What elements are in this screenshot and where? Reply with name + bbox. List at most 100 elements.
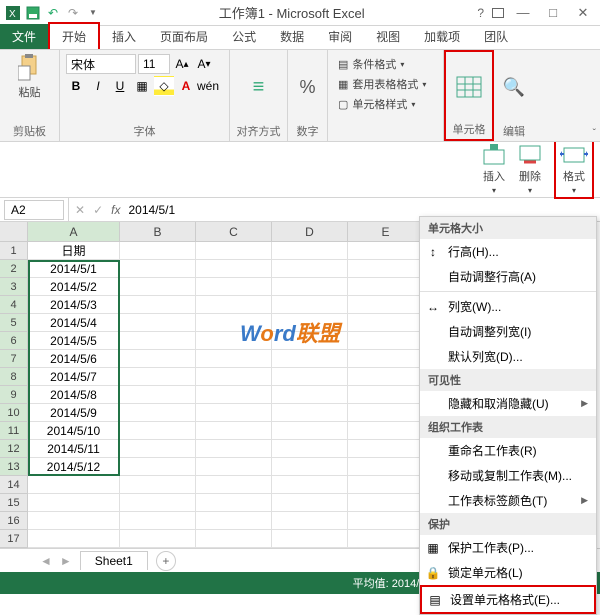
column-header[interactable]: A [28,222,120,242]
cell[interactable] [348,332,424,350]
column-header[interactable]: B [120,222,196,242]
cell[interactable]: 2014/5/11 [28,440,120,458]
menu-auto-col-width[interactable]: 自动调整列宽(I) [420,319,596,344]
cell[interactable] [120,332,196,350]
cell[interactable]: 2014/5/6 [28,350,120,368]
cell[interactable] [196,530,272,548]
next-sheet-icon[interactable]: ► [60,554,72,568]
italic-button[interactable]: I [88,76,108,96]
cell[interactable] [272,530,348,548]
add-sheet-button[interactable]: + [156,551,176,571]
tab-view[interactable]: 视图 [364,24,412,49]
cell[interactable] [28,530,120,548]
cell[interactable] [196,494,272,512]
cell[interactable] [272,242,348,260]
tab-review[interactable]: 审阅 [316,24,364,49]
alignment-icon[interactable]: ≡ [253,76,265,99]
cell[interactable] [120,386,196,404]
insert-cells-button[interactable]: 插入▾ [482,144,506,195]
minimize-icon[interactable]: — [512,4,534,22]
row-header[interactable]: 7 [0,350,28,368]
fill-color-button[interactable]: ◇ [154,76,174,96]
cell[interactable] [348,242,424,260]
cell[interactable] [196,440,272,458]
row-header[interactable]: 16 [0,512,28,530]
column-header[interactable]: D [272,222,348,242]
phonetic-button[interactable]: wén [198,76,218,96]
cell[interactable] [272,458,348,476]
table-format-button[interactable]: ▦套用表格格式▾ [338,76,433,92]
cell[interactable]: 2014/5/12 [28,458,120,476]
redo-icon[interactable]: ↷ [64,4,82,22]
menu-auto-row-height[interactable]: 自动调整行高(A) [420,264,596,289]
cell[interactable] [348,350,424,368]
formula-input[interactable]: 2014/5/1 [128,203,175,217]
cell[interactable] [120,458,196,476]
cell[interactable] [120,422,196,440]
cell[interactable] [272,440,348,458]
paste-button[interactable]: 粘贴 [6,54,53,100]
tab-formulas[interactable]: 公式 [220,24,268,49]
menu-lock-cell[interactable]: 🔒锁定单元格(L) [420,560,596,585]
cell[interactable] [272,278,348,296]
cell[interactable] [196,368,272,386]
cells-icon[interactable] [455,75,483,99]
row-header[interactable]: 4 [0,296,28,314]
menu-format-cells[interactable]: ▤设置单元格格式(E)... [420,585,596,614]
menu-rename-sheet[interactable]: 重命名工作表(R) [420,438,596,463]
cell[interactable]: 2014/5/10 [28,422,120,440]
cell[interactable] [120,494,196,512]
qat-dropdown-icon[interactable]: ▼ [84,4,102,22]
cell[interactable] [120,296,196,314]
tab-insert[interactable]: 插入 [100,24,148,49]
cell[interactable] [348,404,424,422]
cell[interactable] [120,368,196,386]
tab-data[interactable]: 数据 [268,24,316,49]
row-header[interactable]: 10 [0,404,28,422]
font-size-input[interactable]: 11 [138,54,170,74]
row-header[interactable]: 6 [0,332,28,350]
cell[interactable] [272,368,348,386]
cell[interactable] [348,278,424,296]
cell[interactable] [348,458,424,476]
cell[interactable] [348,494,424,512]
menu-tab-color[interactable]: 工作表标签颜色(T)▶ [420,488,596,513]
row-header[interactable]: 9 [0,386,28,404]
menu-hide-unhide[interactable]: 隐藏和取消隐藏(U)▶ [420,391,596,416]
prev-sheet-icon[interactable]: ◄ [40,554,52,568]
ribbon-options-icon[interactable] [492,8,504,18]
cell[interactable] [120,242,196,260]
menu-move-copy-sheet[interactable]: 移动或复制工作表(M)... [420,463,596,488]
fx-icon[interactable]: fx [111,203,120,217]
cell[interactable] [28,512,120,530]
cell[interactable] [348,260,424,278]
enter-formula-icon[interactable]: ✓ [93,203,103,217]
cell[interactable]: 日期 [28,242,120,260]
font-name-input[interactable]: 宋体 [66,54,136,74]
column-header[interactable]: E [348,222,424,242]
cell[interactable] [348,296,424,314]
cell[interactable] [348,476,424,494]
undo-icon[interactable]: ↶ [44,4,62,22]
close-icon[interactable]: ✕ [572,4,594,22]
menu-row-height[interactable]: ↕行高(H)... [420,239,596,264]
cell[interactable] [272,260,348,278]
cell[interactable] [120,440,196,458]
row-header[interactable]: 8 [0,368,28,386]
help-icon[interactable]: ? [477,6,484,20]
cell[interactable]: 2014/5/5 [28,332,120,350]
cell[interactable] [348,530,424,548]
cell[interactable] [196,350,272,368]
menu-default-width[interactable]: 默认列宽(D)... [420,344,596,369]
cell[interactable] [348,512,424,530]
cell[interactable] [272,404,348,422]
cell[interactable] [272,386,348,404]
cell[interactable] [272,296,348,314]
cell[interactable] [196,296,272,314]
cell[interactable] [196,404,272,422]
cell[interactable] [196,386,272,404]
tab-team[interactable]: 团队 [472,24,520,49]
cell[interactable] [196,278,272,296]
editing-icon[interactable]: 🔍 [503,77,525,98]
cell-styles-button[interactable]: ▢单元格样式▾ [338,96,433,112]
